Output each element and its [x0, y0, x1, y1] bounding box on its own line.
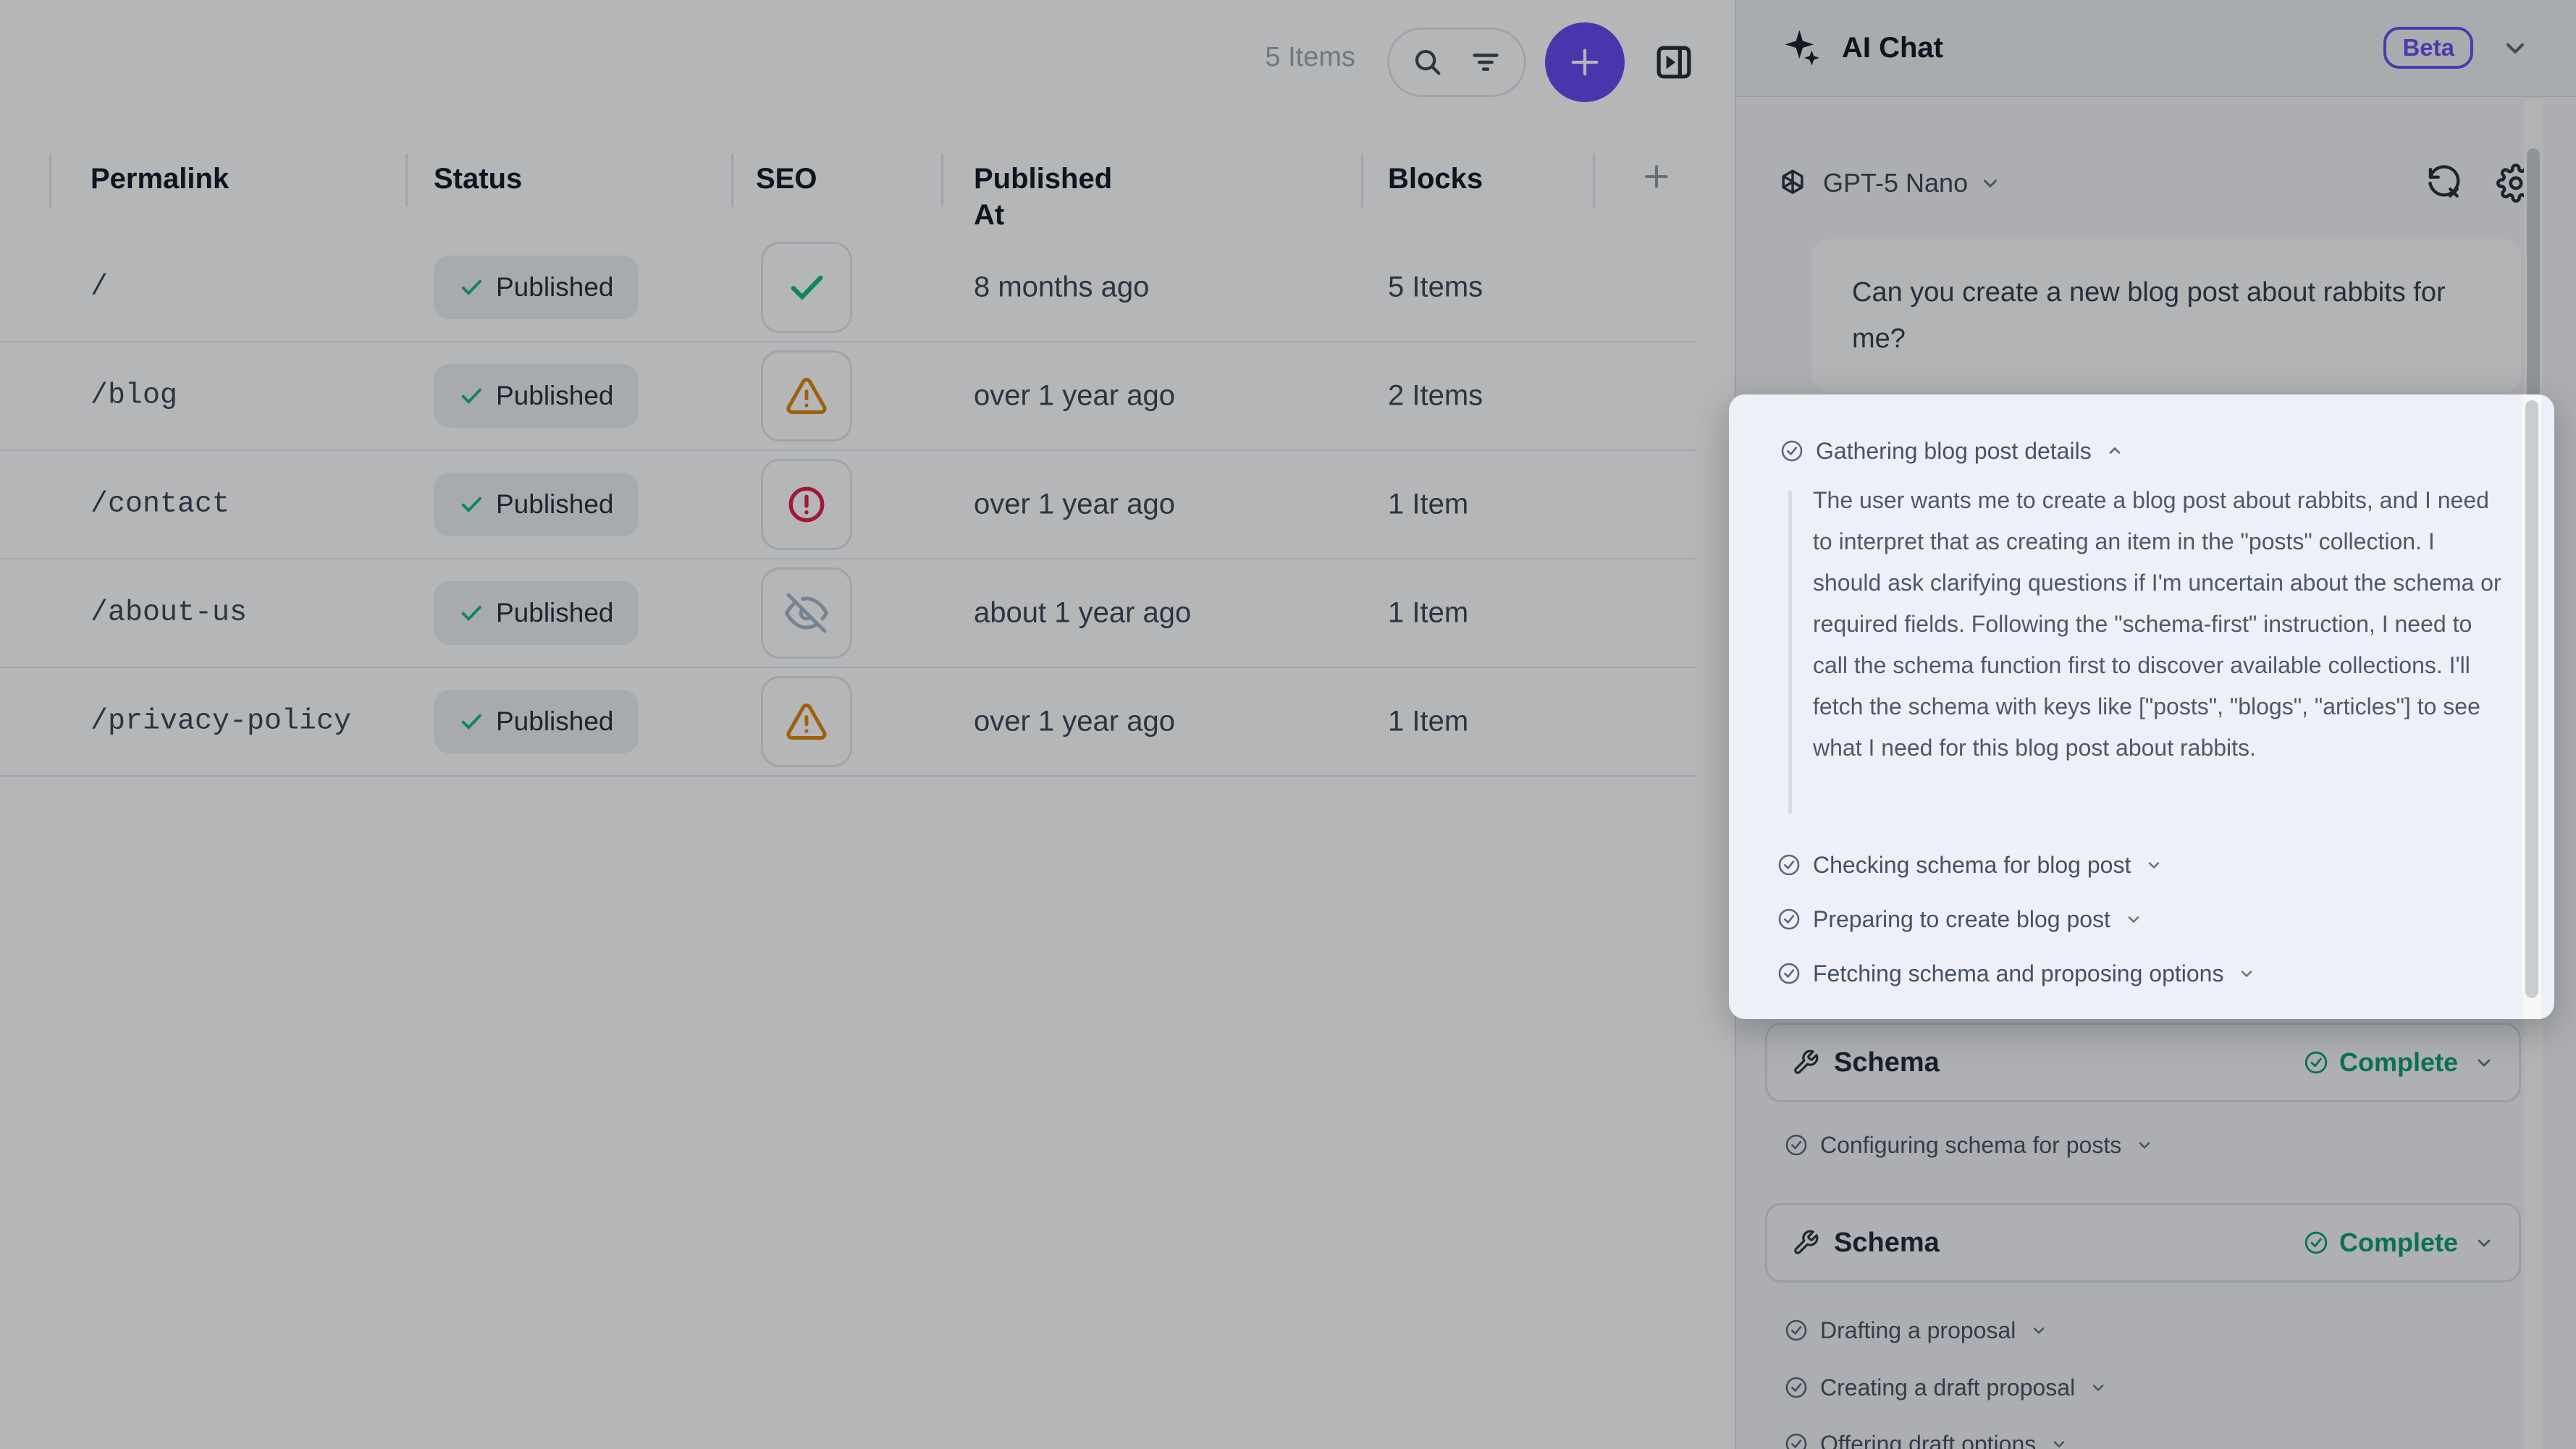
reasoning-step[interactable]: Preparing to create blog post — [1777, 903, 2142, 935]
step-label: Fetching schema and proposing options — [1813, 960, 2223, 987]
reasoning-title-row[interactable]: Gathering blog post details — [1780, 434, 2123, 468]
step-label: Checking schema for blog post — [1813, 852, 2131, 879]
app-root: 5 Items — [0, 0, 2576, 1449]
reasoning-body: The user wants me to create a blog post … — [1813, 480, 2508, 769]
check-circle-icon — [1777, 853, 1801, 877]
chevron-down-icon — [2238, 965, 2255, 982]
chevron-up-icon — [2106, 442, 2123, 460]
chevron-down-icon — [2145, 856, 2163, 874]
chevron-down-icon — [2125, 911, 2142, 928]
check-circle-icon — [1780, 439, 1804, 463]
step-label: Preparing to create blog post — [1813, 906, 2110, 933]
reasoning-card: Gathering blog post details The user wan… — [1729, 394, 2554, 1019]
reasoning-title: Gathering blog post details — [1816, 438, 2092, 465]
check-circle-icon — [1777, 961, 1801, 986]
reasoning-step[interactable]: Fetching schema and proposing options — [1777, 958, 2255, 989]
reasoning-step[interactable]: Checking schema for blog post — [1777, 849, 2163, 881]
check-circle-icon — [1777, 907, 1801, 932]
reasoning-quote-rule — [1788, 491, 1792, 814]
chat-scrollbar-thumb[interactable] — [2525, 400, 2538, 998]
